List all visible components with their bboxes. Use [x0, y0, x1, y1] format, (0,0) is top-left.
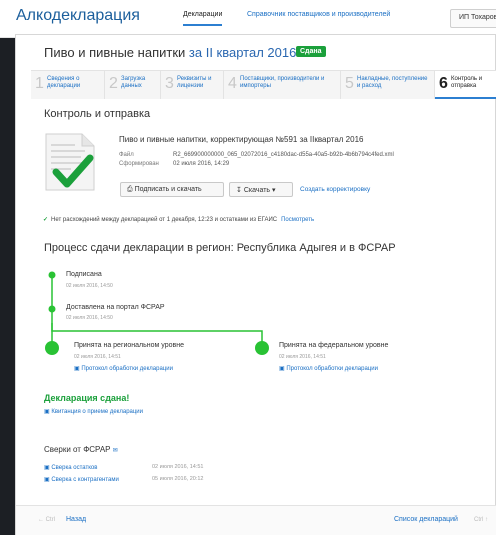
next-shortcut-hint: Ctrl ↑ [474, 517, 488, 523]
mail-icon[interactable]: ✉ [113, 448, 118, 454]
document-icon: ▣ [44, 409, 50, 415]
stage-dot-signed [48, 271, 56, 279]
balance-reconciliation-label: Сверка остатков [51, 465, 98, 471]
document-icon: ▣ [279, 366, 285, 372]
stage-title: Принята на федеральном уровне [279, 342, 389, 349]
reconciliation-date: 02 июля 2016, 14:51 [152, 464, 204, 470]
receipt-link[interactable]: ▣ Квитанция о приеме декларации [44, 408, 143, 415]
fsrar-title-text: Сверки от ФСРАР [44, 445, 111, 454]
stage-title: Доставлена на портал ФСРАР [66, 304, 165, 311]
counterparty-reconciliation-label: Сверка с контрагентами [51, 477, 119, 483]
brand-logo[interactable]: Алкодекларация [16, 7, 140, 25]
regional-protocol-label: Протокол обработки декларации [81, 366, 173, 372]
nav-declarations[interactable]: Декларации [183, 11, 223, 26]
document-icon: ▣ [44, 477, 50, 483]
back-link[interactable]: Назад [66, 516, 86, 523]
user-menu-button[interactable]: ИП Тохаров [450, 9, 496, 28]
stage-date: 02 июля 2016, 14:51 [74, 354, 121, 360]
stage-dot-delivered [48, 305, 56, 313]
balance-reconciliation-link[interactable]: ▣ Сверка остатков [44, 464, 97, 471]
reconciliation-date: 05 июля 2016, 20:12 [152, 476, 204, 482]
receipt-label: Квитанция о приеме декларации [51, 409, 144, 415]
declaration-list-link[interactable]: Список деклараций [394, 516, 458, 523]
fsrar-reconciliations-title: Сверки от ФСРАР ✉ [44, 445, 118, 454]
federal-protocol-link[interactable]: ▣ Протокол обработки декларации [279, 365, 378, 372]
federal-protocol-label: Протокол обработки декларации [286, 366, 378, 372]
prev-shortcut-hint: ← Ctrl [38, 517, 55, 523]
top-bar: Алкодекларация Декларации Справочник пос… [0, 0, 496, 38]
stage-date: 02 июля 2016, 14:51 [279, 354, 326, 360]
counterparty-reconciliation-link[interactable]: ▣ Сверка с контрагентами [44, 476, 119, 483]
declaration-submitted-title: Декларация сдана! [44, 393, 130, 403]
stage-date: 02 июля 2016, 14:50 [66, 283, 113, 289]
stage-dot-regional [45, 341, 59, 355]
declaration-card: Пиво и пивные напитки за II квартал 2016… [15, 34, 496, 535]
regional-protocol-link[interactable]: ▣ Протокол обработки декларации [74, 365, 173, 372]
nav-suppliers-directory[interactable]: Справочник поставщиков и производителей [247, 11, 390, 18]
footer-bar: ← Ctrl Назад Список деклараций Ctrl ↑ [16, 505, 496, 535]
document-icon: ▣ [44, 465, 50, 471]
stage-date: 02 июля 2016, 14:50 [66, 315, 113, 321]
stage-dot-federal [255, 341, 269, 355]
stage-title: Принята на региональном уровне [74, 342, 184, 349]
stage-title: Подписана [66, 271, 102, 278]
document-icon: ▣ [74, 366, 80, 372]
